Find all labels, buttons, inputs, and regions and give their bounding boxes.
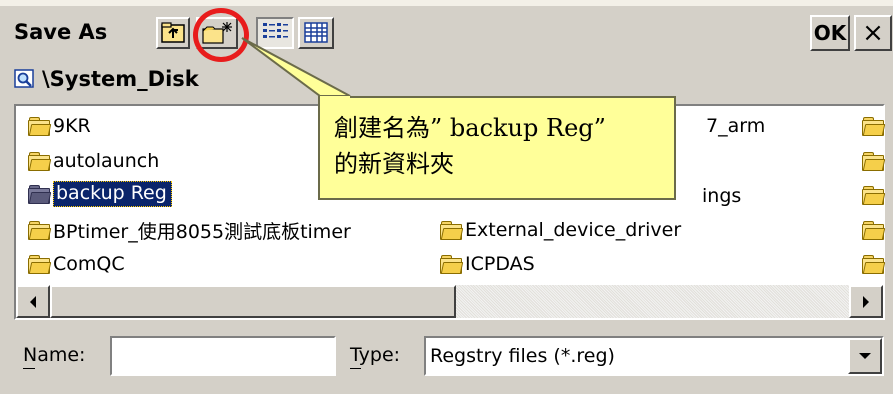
folder-icon (862, 117, 886, 136)
type-select-value: Regstry files (*.reg) (430, 345, 615, 367)
list-item[interactable]: ComQC (28, 249, 125, 279)
folder-icon (28, 117, 52, 136)
folder-name: 9KR (53, 115, 91, 137)
callout-line-1: 創建名為” backup Reg” (334, 114, 606, 142)
path-bar: \System_Disk (14, 64, 199, 94)
chevron-down-icon (859, 353, 871, 359)
type-label-underline (350, 368, 361, 369)
list-item[interactable]: External_device_driver (440, 215, 681, 245)
folder-name: ICPDAS (465, 253, 535, 275)
folder-name: BPtimer_使用8055測試底板timer (53, 220, 351, 243)
folder-icon (28, 185, 52, 204)
folder-icon (862, 152, 886, 171)
callout-line-2: 的新資料夾 (334, 150, 454, 178)
up-one-level-button[interactable] (156, 17, 190, 49)
scroll-left-button[interactable] (16, 285, 50, 318)
list-item[interactable]: 7_arm (706, 111, 765, 141)
dialog-title: Save As (14, 20, 108, 44)
folder-icon (862, 186, 886, 205)
name-label-underline (23, 368, 35, 369)
up-folder-icon (161, 22, 185, 43)
folder-name: autolaunch (53, 150, 160, 172)
folder-name: ComQC (53, 253, 125, 275)
top-edge-strip (0, 0, 893, 6)
list-item[interactable]: ings (702, 181, 741, 211)
type-select[interactable]: Regstry files (*.reg) (424, 336, 884, 376)
folder-icon (440, 255, 464, 274)
ok-button[interactable]: OK (810, 15, 850, 51)
name-label: Name: (23, 344, 86, 366)
folder-icon (862, 255, 886, 274)
list-item[interactable]: ICPDAS (440, 249, 535, 279)
type-dropdown-button[interactable] (848, 338, 882, 374)
list-item[interactable]: autolaunch (28, 146, 159, 176)
folder-name: ings (702, 185, 742, 207)
name-input[interactable] (110, 336, 336, 376)
callout-box: 創建名為” backup Reg” 的新資料夾 (318, 96, 676, 200)
arrow-right-icon (863, 295, 869, 308)
callout-seam (320, 96, 350, 100)
folder-name: External_device_driver (465, 219, 682, 241)
close-button[interactable]: × (854, 15, 892, 51)
folder-name: 7_arm (706, 115, 766, 137)
ok-button-label: OK (813, 21, 847, 45)
arrow-left-icon (30, 295, 36, 308)
scroll-right-button[interactable] (849, 285, 883, 318)
list-item[interactable]: BPtimer_使用8055測試底板timer (28, 215, 351, 245)
folder-icon (440, 221, 464, 240)
current-path: \System_Disk (42, 67, 199, 91)
folder-icon (862, 221, 886, 240)
scroll-track[interactable] (456, 285, 849, 318)
horizontal-scrollbar[interactable] (16, 285, 883, 318)
list-item-selected[interactable]: backup Reg (28, 179, 172, 209)
type-label: Type: (350, 344, 401, 366)
folder-name: backup Reg (53, 181, 172, 207)
folder-icon (28, 221, 52, 240)
search-folder-icon (14, 69, 34, 88)
list-item[interactable]: 9KR (28, 111, 91, 141)
close-icon: × (862, 18, 884, 48)
scroll-thumb[interactable] (50, 285, 456, 318)
folder-icon (28, 152, 52, 171)
folder-icon (28, 255, 52, 274)
